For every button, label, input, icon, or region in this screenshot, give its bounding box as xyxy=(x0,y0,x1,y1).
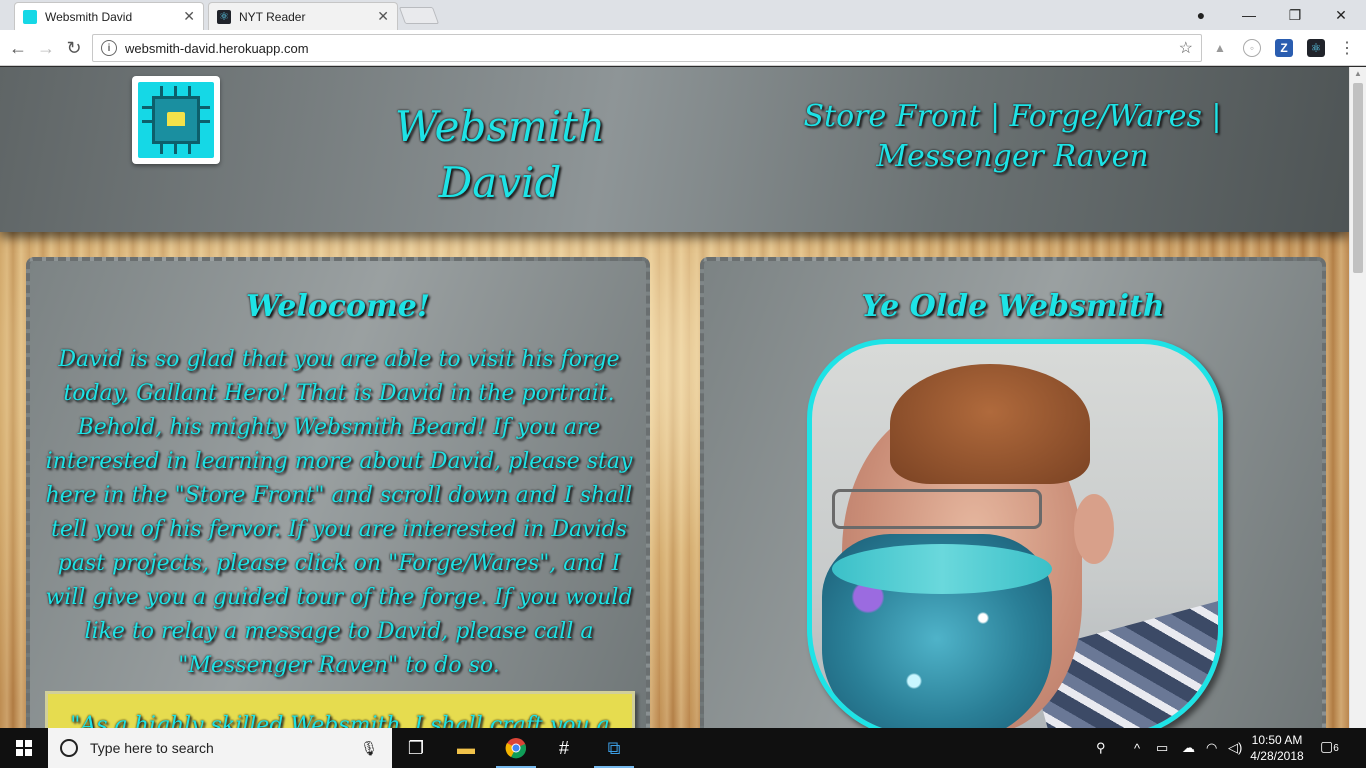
address-bar[interactable]: i websmith-david.herokuapp.com ☆ xyxy=(92,34,1202,62)
quote-text: "As a highly skilled Websmith, I shall c… xyxy=(70,713,610,728)
menu-icon[interactable]: ⋮ xyxy=(1338,39,1356,57)
tab-nyt-reader[interactable]: ⚛ NYT Reader ✕ xyxy=(208,2,398,30)
extension-circle-icon[interactable]: ◦ xyxy=(1243,39,1261,57)
forward-arrow-icon[interactable]: → xyxy=(34,36,58,60)
site-title: Websmith David xyxy=(390,99,610,211)
site-header: Websmith David Store Front | Forge/Wares… xyxy=(0,67,1349,232)
site-title-line1: Websmith xyxy=(394,102,606,151)
browser-tabstrip: Websmith David ✕ ⚛ NYT Reader ✕ ● — ❐ ✕ xyxy=(0,0,1366,30)
nav-store-front[interactable]: Store Front xyxy=(803,99,980,134)
clock-time: 10:50 AM xyxy=(1251,733,1303,747)
chip-anvil-icon xyxy=(138,82,214,158)
windows-taskbar: Type here to search 🎙 ❐ ▬ # ⧉ ⚲ ^ ▭ ☁ ◠ … xyxy=(0,728,1366,768)
site-nav: Store Front | Forge/Wares | Messenger Ra… xyxy=(720,97,1305,177)
site-logo[interactable] xyxy=(132,76,220,164)
welcome-panel: Welocome! David is so glad that you are … xyxy=(26,257,650,728)
nav-separator: | xyxy=(1211,99,1222,134)
portrait-panel: Ye Olde Websmith xyxy=(700,257,1326,728)
start-button[interactable] xyxy=(0,728,48,768)
portrait-heading: Ye Olde Websmith xyxy=(861,289,1165,324)
chrome-icon[interactable] xyxy=(492,728,540,768)
back-arrow-icon[interactable]: ← xyxy=(6,36,30,60)
tab-title: Websmith David xyxy=(45,9,133,24)
nav-separator: | xyxy=(989,99,1001,134)
chevron-up-icon[interactable]: ^ xyxy=(1134,728,1140,768)
volume-icon[interactable]: ◁) xyxy=(1228,728,1242,768)
close-icon[interactable]: ✕ xyxy=(183,8,195,25)
react-devtools-icon[interactable]: ⚛ xyxy=(1307,39,1325,57)
zotero-icon[interactable]: Z xyxy=(1275,39,1293,57)
welcome-text: David is so glad that you are able to vi… xyxy=(45,347,633,678)
reload-icon[interactable]: ↻ xyxy=(62,36,86,60)
info-icon[interactable]: i xyxy=(101,40,117,56)
nav-messenger-raven[interactable]: Messenger Raven xyxy=(876,139,1148,174)
scroll-thumb[interactable] xyxy=(1353,83,1363,273)
tab-websmith-david[interactable]: Websmith David ✕ xyxy=(14,2,204,30)
restore-icon[interactable]: ❐ xyxy=(1272,0,1318,30)
drive-icon[interactable]: ▲ xyxy=(1211,39,1229,57)
url-text[interactable]: websmith-david.herokuapp.com xyxy=(125,41,1179,56)
microphone-icon[interactable]: 🎙 xyxy=(360,740,378,757)
page-scrollbar[interactable]: ▲ xyxy=(1349,67,1366,728)
welcome-heading: Welocome! xyxy=(245,289,430,324)
chip-icon xyxy=(23,9,37,24)
notification-center-icon[interactable]: ▢6 xyxy=(1320,738,1350,758)
site-title-line2: David xyxy=(438,158,562,207)
vscode-icon[interactable]: ⧉ xyxy=(590,728,638,768)
nav-forge-wares[interactable]: Forge/Wares xyxy=(1010,99,1202,134)
task-view-icon[interactable]: ❐ xyxy=(392,728,440,768)
new-tab-button[interactable] xyxy=(398,7,440,24)
onedrive-icon[interactable]: ☁ xyxy=(1182,728,1195,768)
bookmark-star-icon[interactable]: ☆ xyxy=(1179,38,1193,58)
slack-icon[interactable]: # xyxy=(540,728,588,768)
cortana-icon xyxy=(60,739,78,757)
scroll-up-icon[interactable]: ▲ xyxy=(1354,69,1362,78)
taskbar-clock[interactable]: 10:50 AM 4/28/2018 xyxy=(1248,732,1306,764)
window-close-icon[interactable]: ✕ xyxy=(1318,0,1364,30)
file-explorer-icon[interactable]: ▬ xyxy=(442,728,490,768)
profile-icon[interactable]: ● xyxy=(1178,0,1224,30)
windows-icon xyxy=(16,740,32,756)
clock-date: 4/28/2018 xyxy=(1250,749,1304,763)
react-icon: ⚛ xyxy=(217,9,231,24)
taskbar-search[interactable]: Type here to search 🎙 xyxy=(48,728,392,768)
wifi-icon[interactable]: ◠ xyxy=(1206,728,1217,768)
battery-icon[interactable]: ▭ xyxy=(1156,728,1168,768)
portrait-image xyxy=(807,339,1223,728)
quote-box: "As a highly skilled Websmith, I shall c… xyxy=(45,691,635,728)
minimize-icon[interactable]: — xyxy=(1226,0,1272,30)
people-icon[interactable]: ⚲ xyxy=(1096,728,1106,768)
search-placeholder: Type here to search xyxy=(90,740,214,756)
close-icon[interactable]: ✕ xyxy=(377,8,389,25)
tab-title: NYT Reader xyxy=(239,9,306,24)
browser-toolbar: ← → ↻ i websmith-david.herokuapp.com ☆ ▲… xyxy=(0,30,1366,66)
page-viewport: Websmith David Store Front | Forge/Wares… xyxy=(0,67,1366,728)
notification-count: 6 xyxy=(1333,743,1339,754)
